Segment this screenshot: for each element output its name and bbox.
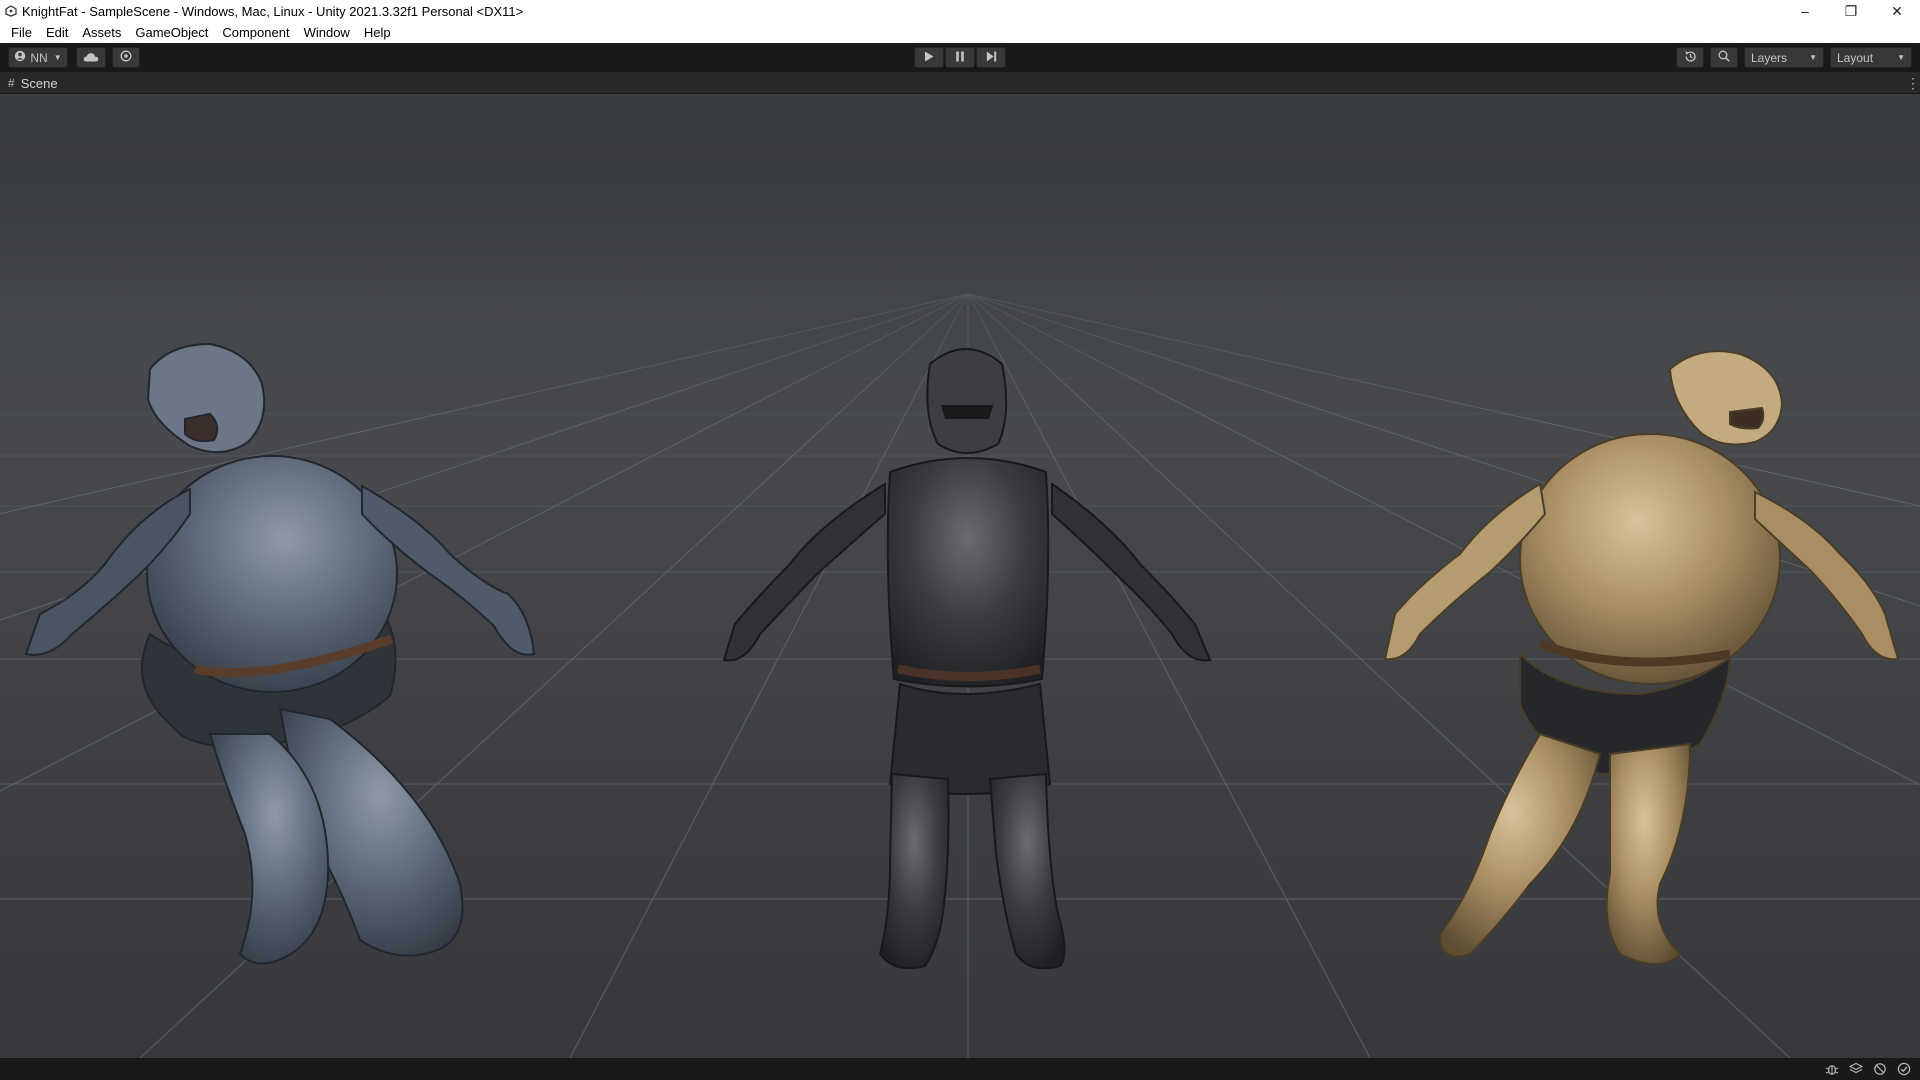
menu-component[interactable]: Component — [215, 22, 296, 43]
hierarchy-icon[interactable] — [1868, 1060, 1892, 1078]
history-icon — [1684, 50, 1697, 66]
menu-gameobject[interactable]: GameObject — [128, 22, 215, 43]
title-bar: KnightFat - SampleScene - Windows, Mac, … — [0, 0, 1920, 22]
chevron-down-icon: ▼ — [1897, 53, 1905, 62]
chevron-down-icon: ▼ — [1809, 53, 1817, 62]
scene-render — [0, 94, 1920, 1058]
play-button[interactable] — [914, 47, 944, 68]
knight-blue-steel — [24, 342, 536, 965]
scene-tab-label: Scene — [20, 75, 58, 91]
cloud-icon — [83, 51, 99, 65]
layers-icon[interactable] — [1844, 1060, 1868, 1078]
unity-logo-icon — [4, 4, 18, 18]
chevron-down-icon: ▼ — [53, 53, 62, 62]
scene-panel-header: # Scene ⋮ — [0, 72, 1920, 94]
pause-button[interactable] — [945, 47, 975, 68]
account-label: NN — [30, 50, 48, 65]
undo-history-button[interactable] — [1676, 47, 1704, 68]
close-button[interactable]: ✕ — [1874, 0, 1920, 22]
menu-edit[interactable]: Edit — [39, 22, 75, 43]
search-icon — [1718, 50, 1730, 65]
minimize-button[interactable]: – — [1782, 0, 1828, 22]
account-dropdown[interactable]: NN ▼ — [8, 47, 68, 68]
layers-dropdown[interactable]: Layers ▼ — [1744, 47, 1824, 68]
pause-icon — [955, 51, 965, 65]
status-icons — [1820, 1060, 1916, 1078]
more-options-icon[interactable]: ⋮ — [1906, 75, 1920, 91]
layout-label: Layout — [1837, 50, 1874, 65]
layers-label: Layers — [1751, 50, 1788, 65]
collab-button[interactable] — [112, 47, 140, 68]
account-icon — [14, 50, 26, 65]
restore-button[interactable]: ❐ — [1828, 0, 1874, 22]
status-bar — [0, 1058, 1920, 1080]
play-icon — [924, 51, 934, 65]
bug-icon[interactable] — [1820, 1060, 1844, 1078]
step-icon — [986, 51, 997, 65]
cloud-button[interactable] — [76, 47, 106, 68]
step-button[interactable] — [976, 47, 1006, 68]
main-toolbar: NN ▼ Layers ▼ Layout ▼ — [0, 43, 1920, 72]
search-button[interactable] — [1710, 47, 1738, 68]
scene-grid-icon: # — [8, 76, 15, 90]
scene-viewport[interactable] — [0, 94, 1920, 1058]
menu-file[interactable]: File — [4, 22, 39, 43]
knight-gold — [1383, 350, 1900, 965]
menu-bar: File Edit Assets GameObject Component Wi… — [0, 22, 1920, 43]
collab-icon — [120, 50, 132, 65]
menu-assets[interactable]: Assets — [75, 22, 128, 43]
window-controls: – ❐ ✕ — [1782, 0, 1920, 22]
layout-dropdown[interactable]: Layout ▼ — [1830, 47, 1912, 68]
menu-window[interactable]: Window — [297, 22, 357, 43]
tab-scene[interactable]: # Scene — [0, 72, 68, 94]
window-title: KnightFat - SampleScene - Windows, Mac, … — [22, 3, 524, 19]
menu-help[interactable]: Help — [357, 22, 398, 43]
check-icon[interactable] — [1892, 1060, 1916, 1078]
